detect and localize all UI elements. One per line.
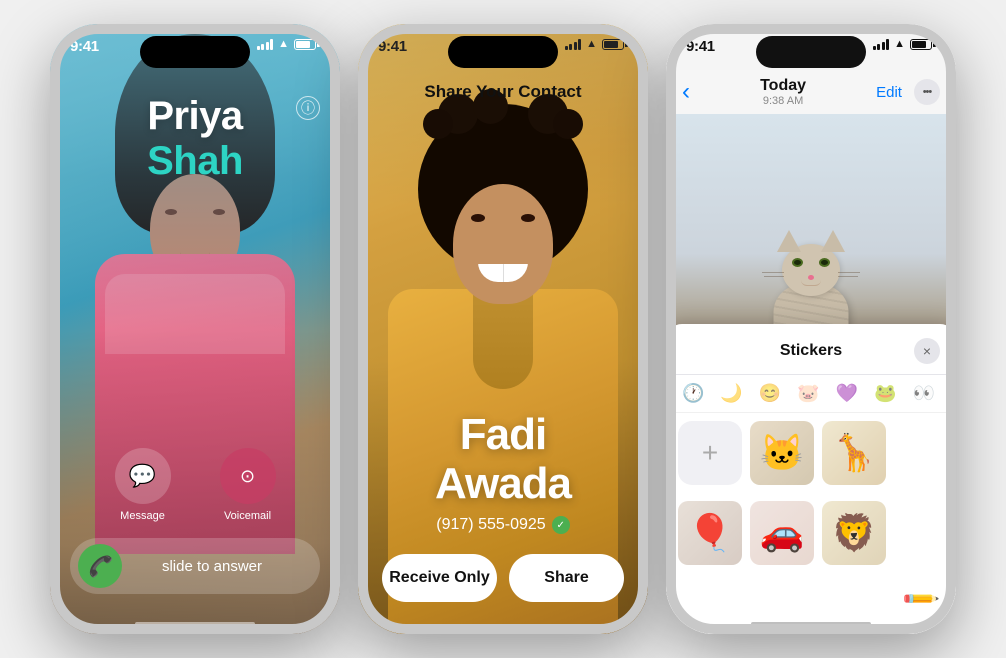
- slide-text: slide to answer: [132, 558, 312, 575]
- sticker-balloon[interactable]: 🎈: [678, 501, 742, 565]
- sticker-panel: Stickers × 🕐 🌙 😊 🐷 💜 🐸 👀 +: [666, 324, 956, 634]
- sticker-lion[interactable]: 🦁: [822, 501, 886, 565]
- dynamic-island-3: [756, 36, 866, 68]
- receive-only-button[interactable]: Receive Only: [382, 554, 497, 602]
- share-action-buttons: Receive Only Share: [358, 554, 648, 602]
- moon-tab[interactable]: 🌙: [720, 383, 742, 404]
- message-icon: 💬: [115, 448, 171, 504]
- status-icons: ▲: [257, 38, 320, 50]
- signal-icon-3: [873, 38, 890, 50]
- sticker-header: Stickers ×: [666, 324, 956, 375]
- fadi-name: Fadi Awada: [358, 411, 648, 508]
- fadi-first-name: Fadi: [460, 410, 546, 459]
- sticker-panel-title: Stickers: [708, 342, 914, 360]
- sticker-giraffe[interactable]: 🦒: [822, 421, 886, 485]
- status-time-2: 9:41: [378, 38, 407, 55]
- pig-tab[interactable]: 🐷: [797, 383, 819, 404]
- frog-tab[interactable]: 🐸: [874, 383, 896, 404]
- message-button[interactable]: 💬 Message: [115, 448, 171, 522]
- signal-icon: [257, 38, 274, 50]
- voicemail-button[interactable]: ⊙ Voicemail: [220, 448, 276, 522]
- wifi-icon-2: ▲: [586, 38, 597, 50]
- share-contact-title: Share Your Contact: [358, 82, 648, 102]
- phone-messages-stickers: 9:41 ▲ ‹ Today: [666, 24, 956, 634]
- status-icons-2: ▲: [565, 38, 628, 50]
- cat-ear-right: [821, 230, 845, 252]
- status-icons-3: ▲: [873, 38, 936, 50]
- sticker-cat[interactable]: 🐱: [750, 421, 814, 485]
- fadi-phone-number: (917) 555-0925 ✓: [358, 516, 648, 534]
- call-controls: 💬 Message ⊙ Voicemail 📞 slide to answer: [50, 448, 340, 594]
- voicemail-icon: ⊙: [220, 448, 276, 504]
- recent-tab[interactable]: 🕐: [682, 383, 704, 404]
- status-time-3: 9:41: [686, 38, 715, 55]
- add-sticker-button[interactable]: +: [678, 421, 742, 485]
- action-buttons-row: 💬 Message ⊙ Voicemail: [50, 448, 340, 522]
- home-indicator: [135, 622, 255, 626]
- phone-share-contact: 9:41 ▲ Share Your Contact: [358, 24, 648, 634]
- back-button[interactable]: ‹: [682, 78, 690, 106]
- sticker-car[interactable]: 🚗: [750, 501, 814, 565]
- conversation-time: 9:38 AM: [760, 95, 806, 107]
- fadi-last-name: Awada: [435, 459, 571, 508]
- sticker-category-tabs: 🕐 🌙 😊 🐷 💜 🐸 👀: [666, 375, 956, 413]
- nav-actions: Edit •••: [876, 79, 940, 105]
- slide-to-answer-bar[interactable]: 📞 slide to answer: [70, 538, 320, 594]
- signal-icon-2: [565, 38, 582, 50]
- share-button[interactable]: Share: [509, 554, 624, 602]
- eyes-tab[interactable]: 👀: [913, 383, 935, 404]
- phone-incoming-call: 9:41 ▲ Priya Shah: [50, 24, 340, 634]
- sticker-row-2: 🎈 🚗 🦁: [666, 493, 956, 573]
- nav-title: Today 9:38 AM: [760, 77, 806, 107]
- verified-checkmark: ✓: [552, 516, 570, 534]
- contact-last-name: Shah: [50, 139, 340, 184]
- voicemail-label: Voicemail: [224, 510, 271, 522]
- status-time: 9:41: [70, 38, 99, 55]
- sticker-close-button[interactable]: ×: [914, 338, 940, 364]
- cat-ear-left: [777, 230, 801, 252]
- stylus-indicator: ✏️: [906, 585, 936, 614]
- contact-first-name: Priya: [50, 94, 340, 139]
- contact-info: Fadi Awada (917) 555-0925 ✓: [358, 411, 648, 534]
- fadi-head: [453, 184, 553, 304]
- battery-icon-3: [910, 39, 936, 50]
- conversation-date: Today: [760, 77, 806, 95]
- battery-icon-2: [602, 39, 628, 50]
- battery-icon: [294, 39, 320, 50]
- wifi-icon-3: ▲: [894, 38, 905, 50]
- wifi-icon: ▲: [278, 38, 289, 50]
- info-button[interactable]: ⓘ: [296, 96, 320, 120]
- message-label: Message: [120, 510, 165, 522]
- dynamic-island-2: [448, 36, 558, 68]
- home-indicator-3: [751, 622, 871, 626]
- edit-button[interactable]: Edit: [876, 84, 902, 101]
- sticker-row-1: + 🐱 🦒: [666, 413, 956, 493]
- messages-nav-bar: ‹ Today 9:38 AM Edit •••: [666, 70, 956, 114]
- dynamic-island: [140, 36, 250, 68]
- more-button[interactable]: •••: [914, 79, 940, 105]
- answer-handle[interactable]: 📞: [78, 544, 122, 588]
- heart-tab[interactable]: 💜: [836, 383, 858, 404]
- emoji-tab[interactable]: 😊: [759, 383, 781, 404]
